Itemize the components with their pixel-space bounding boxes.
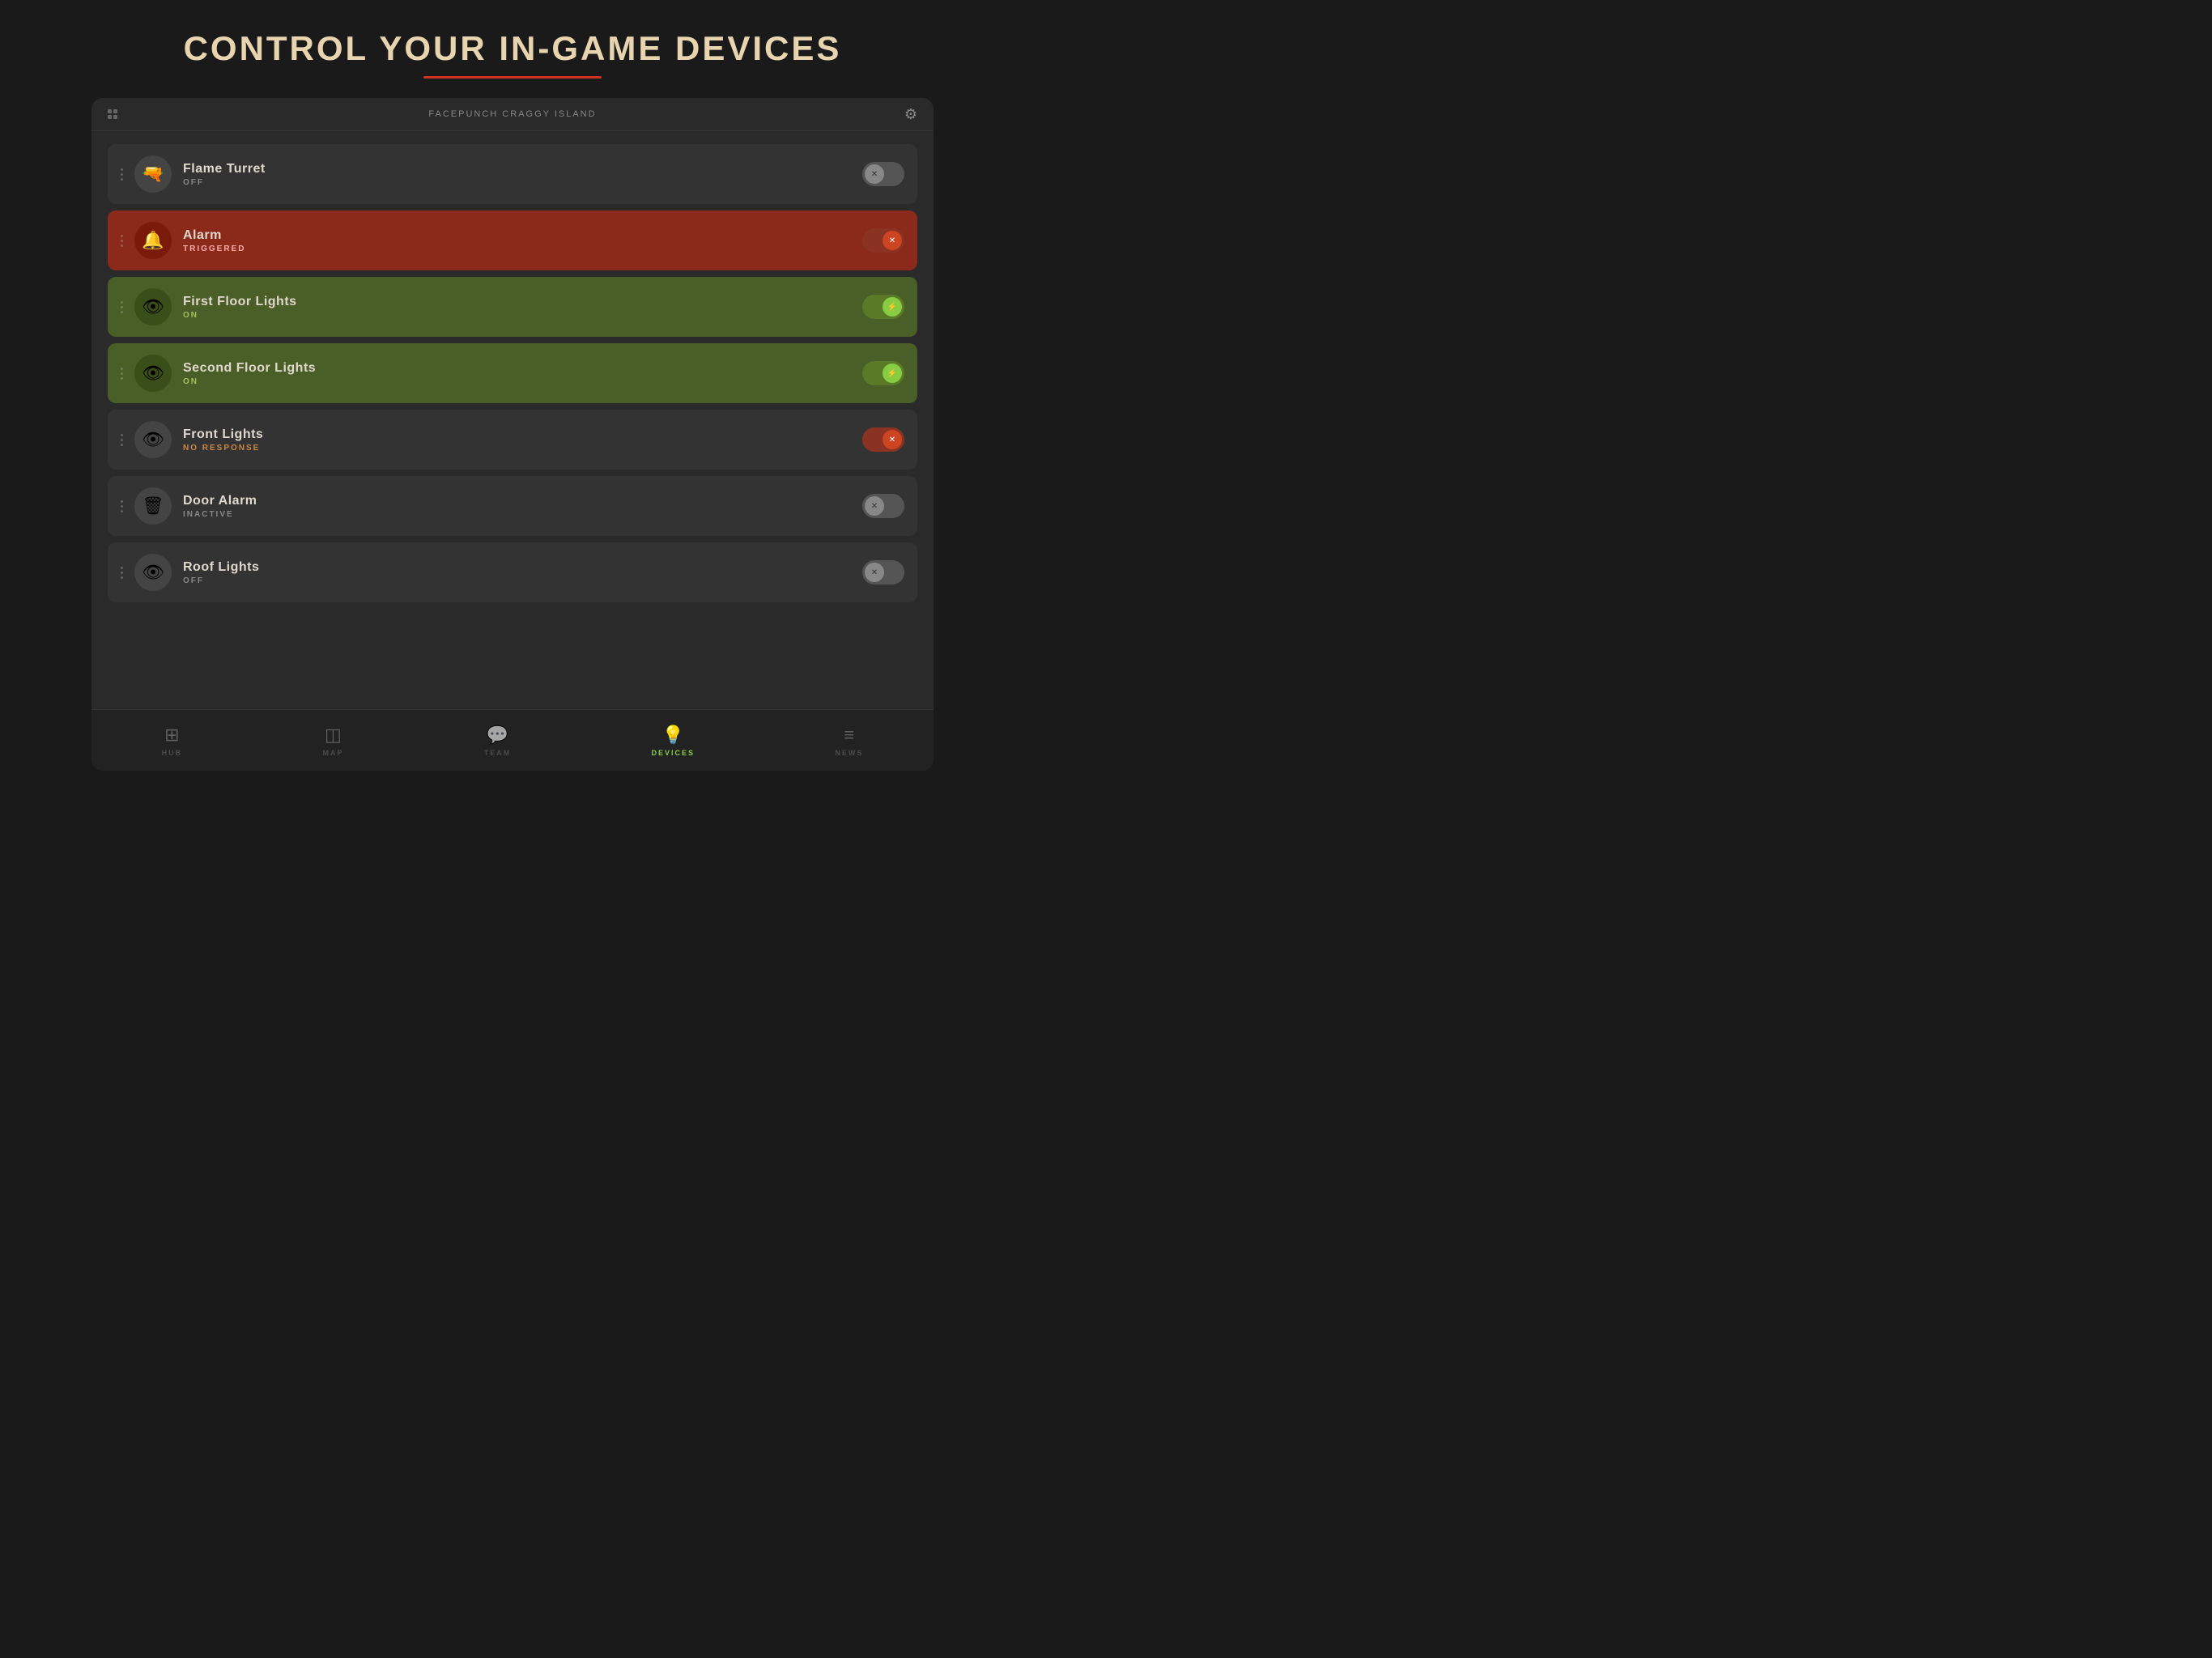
device-toggle-second-floor-lights[interactable]: ⚡ xyxy=(862,361,904,385)
drag-handle-first-floor-lights[interactable] xyxy=(121,301,123,313)
server-name: FACEPUNCH CRAGGY ISLAND xyxy=(428,109,596,119)
device-icon-second-floor-lights: 👁 xyxy=(134,355,172,392)
nav-item-devices[interactable]: 💡 DEVICES xyxy=(636,718,712,763)
device-item-first-floor-lights[interactable]: 👁 First Floor Lights ON ⚡ xyxy=(108,277,917,337)
device-name-first-floor-lights: First Floor Lights xyxy=(183,295,851,309)
drag-handle-door-alarm[interactable] xyxy=(121,500,123,512)
drag-handle-roof-lights[interactable] xyxy=(121,567,123,579)
device-toggle-flame-turret[interactable]: ✕ xyxy=(862,162,904,186)
panel-header: FACEPUNCH CRAGGY ISLAND ⚙ xyxy=(91,98,934,131)
toggle-knob-flame-turret: ✕ xyxy=(865,164,884,184)
drag-handle-second-floor-lights[interactable] xyxy=(121,368,123,380)
device-item-flame-turret[interactable]: 🔫 Flame Turret OFF ✕ xyxy=(108,144,917,204)
drag-handle-alarm[interactable] xyxy=(121,235,123,247)
device-icon-first-floor-lights: 👁 xyxy=(134,288,172,325)
device-list: 🔫 Flame Turret OFF ✕ 🔔 Alarm TRIGGERED ✕… xyxy=(91,131,934,709)
device-info-flame-turret: Flame Turret OFF xyxy=(183,162,851,187)
device-item-second-floor-lights[interactable]: 👁 Second Floor Lights ON ⚡ xyxy=(108,343,917,403)
device-status-flame-turret: OFF xyxy=(183,178,851,187)
device-name-flame-turret: Flame Turret xyxy=(183,162,851,176)
nav-label-devices: DEVICES xyxy=(652,749,696,757)
device-status-first-floor-lights: ON xyxy=(183,311,851,320)
nav-icon-hub: ⊞ xyxy=(164,725,179,746)
device-icon-alarm: 🔔 xyxy=(134,222,172,259)
nav-icon-news: ≡ xyxy=(844,725,854,746)
device-toggle-alarm[interactable]: ✕ xyxy=(862,228,904,253)
page-title: CONTROL YOUR IN-GAME DEVICES xyxy=(184,29,842,68)
device-status-second-floor-lights: ON xyxy=(183,377,851,386)
device-name-door-alarm: Door Alarm xyxy=(183,494,851,508)
toggle-knob-door-alarm: ✕ xyxy=(865,496,884,516)
device-info-front-lights: Front Lights NO RESPONSE xyxy=(183,427,851,453)
device-name-second-floor-lights: Second Floor Lights xyxy=(183,361,851,376)
drag-handle-front-lights[interactable] xyxy=(121,434,123,446)
device-toggle-roof-lights[interactable]: ✕ xyxy=(862,560,904,585)
bottom-nav: ⊞ HUB ◫ MAP 💬 TEAM 💡 DEVICES ≡ NEWS xyxy=(91,709,934,771)
device-info-first-floor-lights: First Floor Lights ON xyxy=(183,295,851,320)
nav-label-news: NEWS xyxy=(835,749,863,757)
device-icon-roof-lights: 👁 xyxy=(134,554,172,591)
toggle-knob-front-lights: ✕ xyxy=(883,430,902,449)
nav-label-map: MAP xyxy=(322,749,343,757)
device-item-roof-lights[interactable]: 👁 Roof Lights OFF ✕ xyxy=(108,542,917,602)
device-status-door-alarm: INACTIVE xyxy=(183,510,851,519)
device-info-roof-lights: Roof Lights OFF xyxy=(183,560,851,585)
device-info-door-alarm: Door Alarm INACTIVE xyxy=(183,494,851,519)
settings-icon[interactable]: ⚙ xyxy=(904,106,917,123)
nav-item-news[interactable]: ≡ NEWS xyxy=(819,718,879,763)
device-toggle-first-floor-lights[interactable]: ⚡ xyxy=(862,295,904,319)
device-status-alarm: TRIGGERED xyxy=(183,244,851,253)
nav-item-hub[interactable]: ⊞ HUB xyxy=(146,718,199,763)
device-toggle-door-alarm[interactable]: ✕ xyxy=(862,494,904,518)
device-item-front-lights[interactable]: 👁 Front Lights NO RESPONSE ✕ xyxy=(108,410,917,470)
nav-icon-devices: 💡 xyxy=(662,725,684,746)
device-icon-flame-turret: 🔫 xyxy=(134,155,172,193)
device-status-roof-lights: OFF xyxy=(183,576,851,585)
device-toggle-front-lights[interactable]: ✕ xyxy=(862,427,904,452)
device-info-second-floor-lights: Second Floor Lights ON xyxy=(183,361,851,386)
toggle-knob-second-floor-lights: ⚡ xyxy=(883,363,902,383)
nav-icon-map: ◫ xyxy=(325,725,342,746)
main-panel: FACEPUNCH CRAGGY ISLAND ⚙ 🔫 Flame Turret… xyxy=(91,98,934,771)
device-name-front-lights: Front Lights xyxy=(183,427,851,442)
device-status-front-lights: NO RESPONSE xyxy=(183,444,851,453)
nav-icon-team: 💬 xyxy=(487,725,508,746)
device-item-door-alarm[interactable]: 🗑 Door Alarm INACTIVE ✕ xyxy=(108,476,917,536)
device-info-alarm: Alarm TRIGGERED xyxy=(183,228,851,253)
nav-label-team: TEAM xyxy=(484,749,512,757)
device-item-alarm[interactable]: 🔔 Alarm TRIGGERED ✕ xyxy=(108,210,917,270)
device-icon-door-alarm: 🗑 xyxy=(134,487,172,525)
title-underline xyxy=(423,76,602,79)
panel-menu-icon[interactable] xyxy=(108,109,117,119)
device-name-alarm: Alarm xyxy=(183,228,851,243)
nav-item-map[interactable]: ◫ MAP xyxy=(306,718,359,763)
nav-label-hub: HUB xyxy=(162,749,183,757)
device-name-roof-lights: Roof Lights xyxy=(183,560,851,575)
device-icon-front-lights: 👁 xyxy=(134,421,172,458)
toggle-knob-roof-lights: ✕ xyxy=(865,563,884,582)
toggle-knob-alarm: ✕ xyxy=(883,231,902,250)
nav-item-team[interactable]: 💬 TEAM xyxy=(468,718,528,763)
toggle-knob-first-floor-lights: ⚡ xyxy=(883,297,902,317)
drag-handle-flame-turret[interactable] xyxy=(121,168,123,181)
